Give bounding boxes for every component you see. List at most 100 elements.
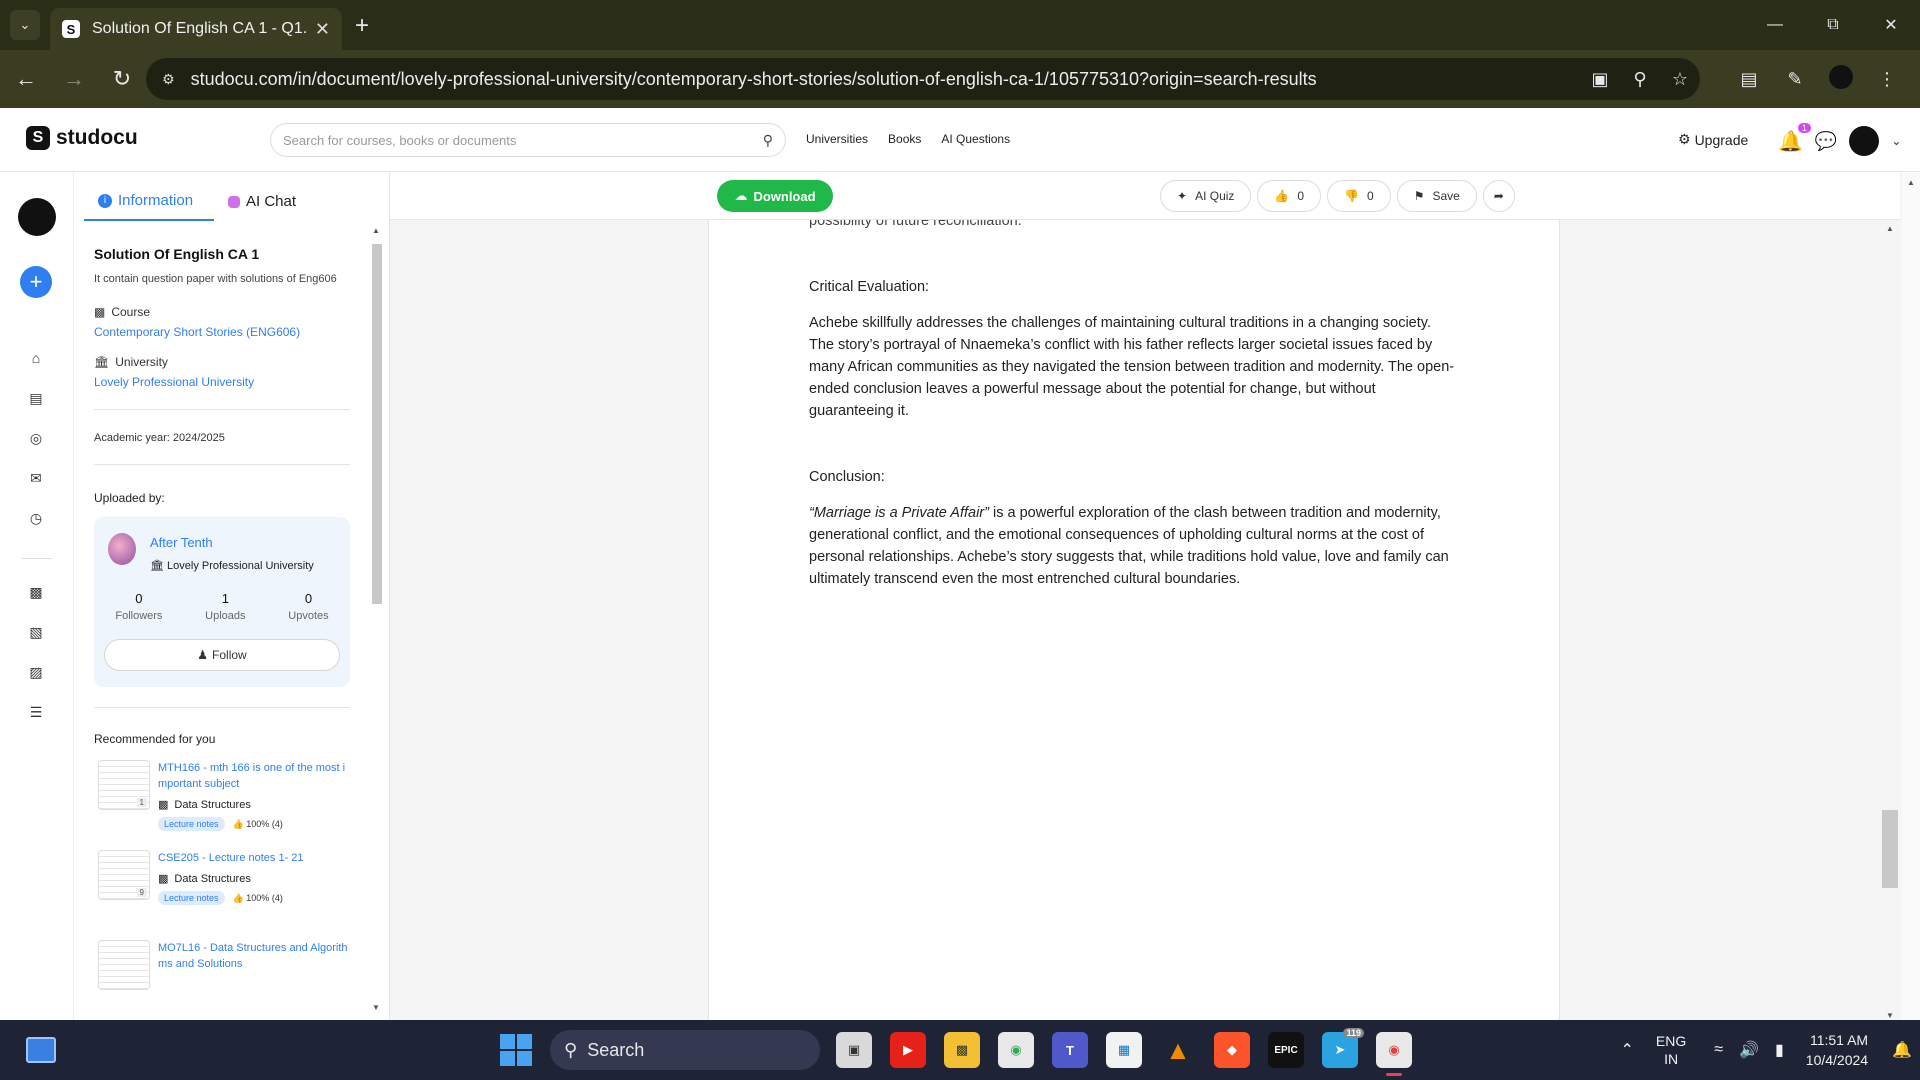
share-button[interactable]: ➦ [1482,180,1515,212]
scroll-down-icon[interactable]: ▼ [372,1003,380,1012]
page-scrollbar[interactable]: ▲ [1902,172,1920,1020]
close-tab-icon[interactable]: ✕ [315,19,330,40]
studocu-logo[interactable]: S studocu [26,126,138,150]
ai-quiz-button[interactable]: ✦ AI Quiz [1160,180,1252,212]
teams-icon[interactable]: T [1052,1032,1088,1068]
zoom-icon[interactable]: ⚲ [1620,69,1660,90]
scroll-up-icon[interactable]: ▲ [1907,178,1915,187]
new-tab-icon[interactable]: + [355,12,369,40]
scroll-up-icon[interactable]: ▲ [372,226,380,235]
reload-icon[interactable]: ↻ [100,57,144,101]
window-close-icon[interactable]: ✕ [1862,0,1920,50]
file-explorer-icon[interactable]: ▩ [944,1032,980,1068]
notifications-icon[interactable]: 🔔 [1892,1040,1912,1060]
task-view-icon[interactable]: ▣ [836,1032,872,1068]
install-app-icon[interactable]: ▣ [1580,69,1620,90]
document-info-panel: i Information AI Chat Solution Of Englis… [74,172,390,1020]
scroll-down-icon[interactable]: ▼ [1886,1011,1894,1020]
rail-avatar[interactable] [18,198,56,236]
chevron-up-icon[interactable]: ⌃ [1621,1040,1634,1060]
download-button[interactable]: ☁ Download [717,180,833,212]
info-panel-scrollbar[interactable]: ▲ ▼ [370,222,382,1012]
tab-title: Solution Of English CA 1 - Q1. D [92,20,307,37]
restore-icon[interactable]: ⧉ [1804,0,1862,50]
chevron-down-icon[interactable]: ⌄ [1891,134,1901,148]
recommended-item[interactable]: MO7L16 - Data Structures and Algorithms … [94,940,350,1016]
browser-tab[interactable]: S Solution Of English CA 1 - Q1. D ✕ [50,8,342,50]
clock[interactable]: 11:51 AM 10/4/2024 [1806,1030,1868,1070]
brave-icon[interactable]: ◆ [1214,1032,1250,1068]
tab-groups-icon[interactable]: ▤ [1726,69,1772,90]
chat-icon[interactable]: ✉ [26,470,46,487]
nav-ai-questions[interactable]: AI Questions [941,132,1010,146]
document-thumbnail[interactable] [98,940,150,990]
minimize-icon[interactable]: — [1746,0,1804,50]
site-settings-icon[interactable]: ⚙ [162,71,175,88]
scroll-thumb[interactable] [372,244,382,604]
url-input[interactable]: ⚙ studocu.com/in/document/lovely-profess… [146,58,1700,100]
recommended-link[interactable]: MTH166 - mth 166 is one of the most impo… [158,760,354,792]
telegram-icon[interactable]: ➤ 119 [1322,1028,1364,1068]
browser-menu-icon[interactable]: ⋮ [1864,69,1910,90]
battery-icon[interactable]: ▮ [1775,1040,1784,1060]
viewer-scrollbar[interactable]: ▲ ▼ [1880,220,1898,1020]
uploader-name[interactable]: After Tenth [150,535,213,550]
recommended-link[interactable]: MO7L16 - Data Structures and Algorithms … [158,940,354,972]
add-icon[interactable]: + [20,266,52,298]
globe-icon[interactable]: ◎ [26,430,46,447]
vlc-icon[interactable]: ▲ [1160,1032,1196,1068]
folder-icon[interactable]: ▩ [26,584,46,601]
notification-bell-icon[interactable]: 🔔 1 [1778,122,1811,154]
book-icon[interactable]: ▧ [26,624,46,641]
tab-information[interactable]: i Information [84,192,214,221]
course-link[interactable]: Contemporary Short Stories (ENG606) [94,325,350,339]
widgets-icon[interactable] [26,1037,56,1063]
profile-icon[interactable] [1818,64,1864,94]
chrome-icon[interactable]: ◉ [998,1032,1034,1068]
likes-count: (4) [271,818,283,829]
like-button[interactable]: 👍 0 [1257,180,1322,212]
volume-icon[interactable]: 🔊 [1739,1040,1759,1060]
chrome-active-icon[interactable]: ◉ [1376,1032,1412,1076]
wifi-icon[interactable]: ≈ [1714,1041,1723,1059]
share-icon: ➦ [1493,189,1504,203]
scroll-up-icon[interactable]: ▲ [1886,224,1894,233]
ms-store-icon[interactable]: ▦ [1106,1032,1142,1068]
epic-games-icon[interactable]: EPIC [1268,1032,1304,1068]
nav-universities[interactable]: Universities [806,132,868,146]
taskbar-search[interactable]: ⚲ Search [550,1030,820,1070]
messages-icon[interactable]: 💬 [1815,131,1837,152]
youtube-icon[interactable]: ▶ [890,1032,926,1068]
course-folder-icon[interactable]: ▨ [26,664,46,681]
document-thumbnail[interactable]: 9 [98,850,150,900]
list-icon[interactable]: ☰ [26,704,46,721]
tab-search-icon[interactable]: ⌄ [10,10,40,40]
search-input[interactable] [283,132,763,148]
dislike-button[interactable]: 👎 0 [1327,180,1391,212]
tab-ai-chat[interactable]: AI Chat [214,192,310,221]
nav-books[interactable]: Books [888,132,921,146]
history-icon[interactable]: ◷ [26,510,46,527]
search-icon[interactable]: ⚲ [763,132,773,149]
recommended-link[interactable]: CSE205 - Lecture notes 1- 21 [158,850,354,866]
scroll-thumb[interactable] [1882,810,1898,888]
language-indicator[interactable]: ENG IN [1656,1032,1686,1068]
home-icon[interactable]: ⌂ [26,350,46,366]
recommended-item[interactable]: 1 MTH166 - mth 166 is one of the most im… [94,760,350,836]
library-icon[interactable]: ▤ [26,390,46,407]
save-button[interactable]: ⚑ Save [1396,180,1477,212]
university-link[interactable]: Lovely Professional University [94,375,350,389]
clock-time: 11:51 AM [1809,1032,1869,1048]
uploader-avatar[interactable] [108,533,136,565]
upgrade-button[interactable]: ⚙ Upgrade [1678,131,1748,148]
follow-button[interactable]: ♟ Follow [104,639,340,671]
bookmark-star-icon[interactable]: ☆ [1660,69,1700,90]
windows-start-icon[interactable] [500,1034,532,1066]
user-avatar[interactable] [1849,126,1880,156]
ai-chat-icon [228,195,240,208]
recommended-item[interactable]: 9 CSE205 - Lecture notes 1- 21 ▩ Data St… [94,850,350,926]
document-thumbnail[interactable]: 1 [98,760,150,810]
extensions-icon[interactable]: ✎ [1772,69,1818,90]
forward-icon[interactable]: → [52,57,96,101]
back-icon[interactable]: ← [4,57,48,101]
